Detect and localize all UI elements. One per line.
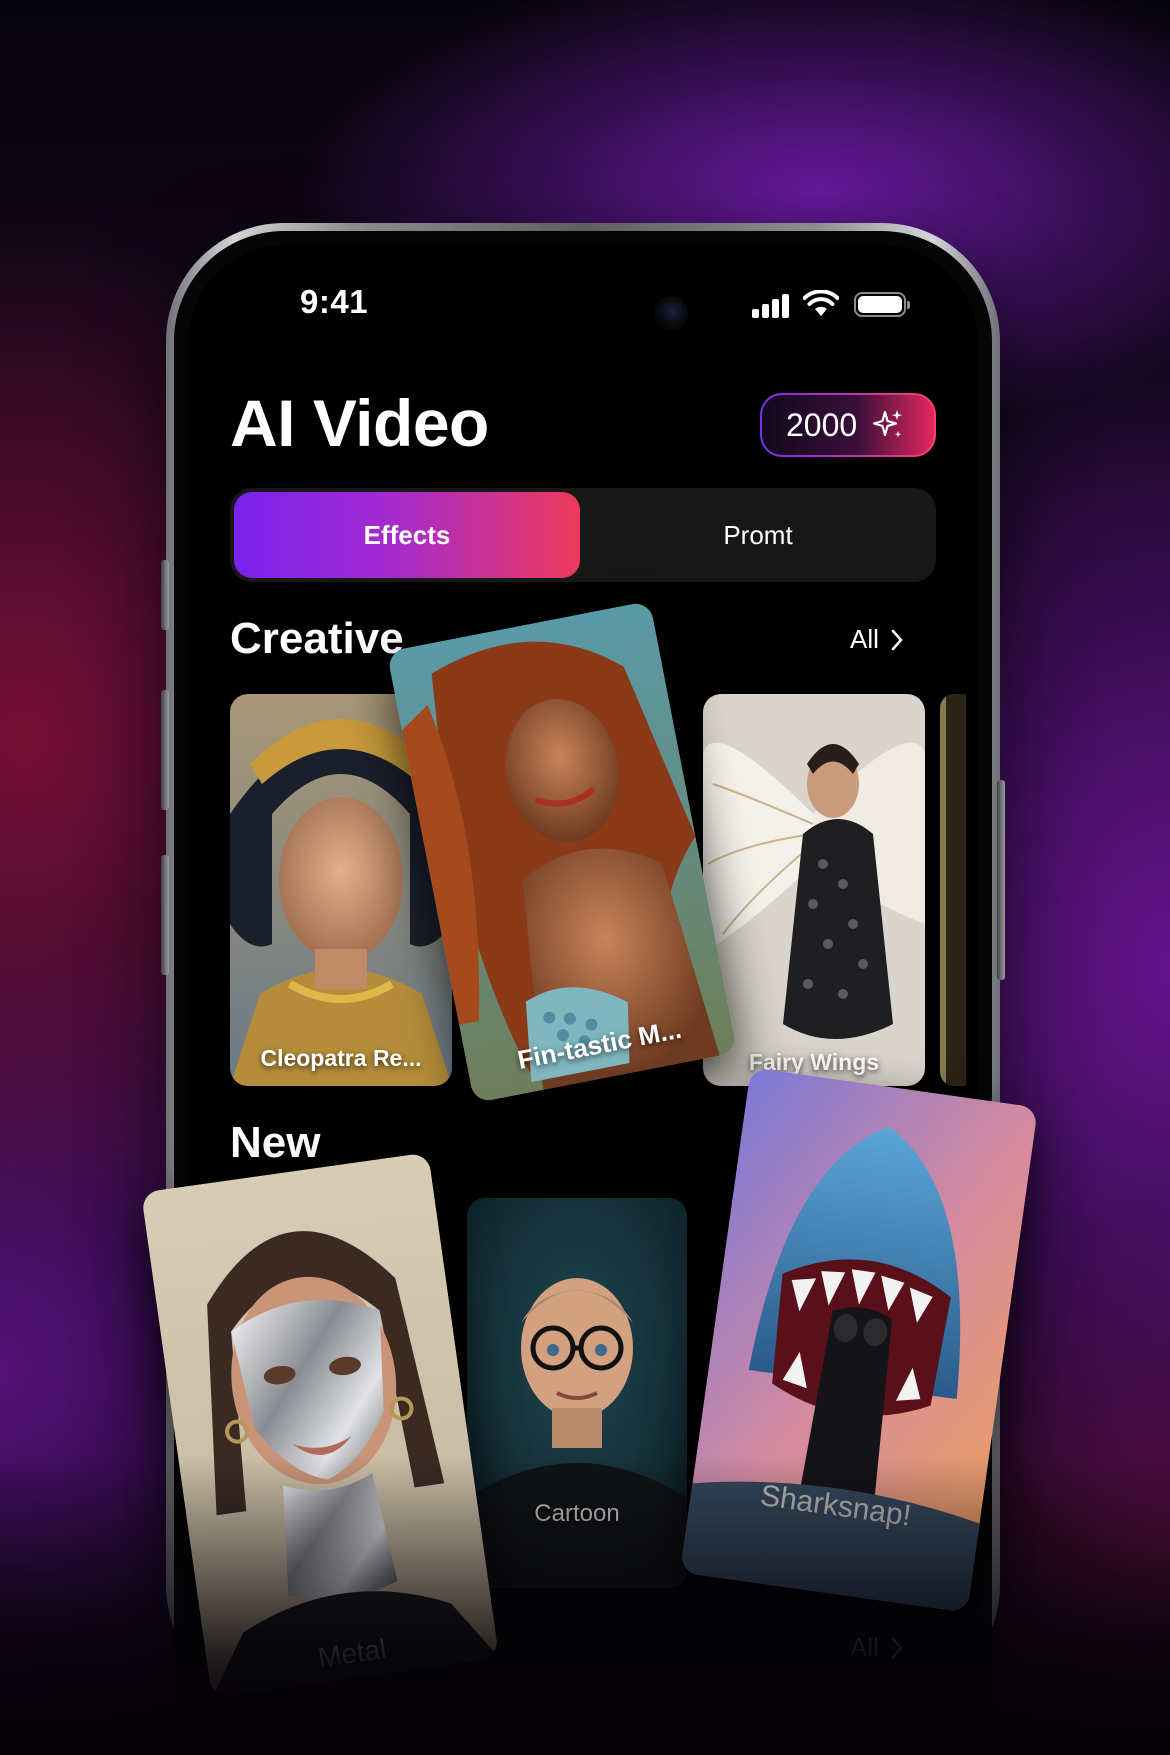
sparkle-icon — [873, 410, 903, 438]
chevron-right-icon — [891, 629, 903, 650]
battery-icon — [854, 292, 910, 317]
fairy-wings-thumbnail — [703, 694, 925, 1086]
see-all-label: All — [850, 1632, 879, 1662]
see-all-creative[interactable]: All — [850, 624, 905, 655]
phone-side-button — [997, 780, 1005, 980]
phone-side-button — [161, 560, 169, 630]
see-all-label: All — [850, 624, 879, 654]
cartoon-thumbnail — [467, 1198, 687, 1588]
card-label: Cleopatra Re... — [260, 1045, 422, 1071]
tab-effects[interactable]: Effects — [234, 492, 580, 578]
see-all-new[interactable]: All — [850, 1632, 905, 1663]
tab-promt[interactable]: Promt — [584, 492, 932, 578]
status-time: 9:41 — [300, 283, 369, 320]
segmented-tabs: Effects Promt — [230, 488, 936, 582]
section-title-new: New — [230, 1118, 321, 1167]
front-camera — [654, 296, 688, 330]
chevron-right-icon — [891, 1637, 903, 1658]
wifi-icon — [803, 290, 839, 316]
cellular-signal-icon — [752, 292, 790, 318]
effect-card-fairy-wings[interactable]: Fairy Wings — [703, 694, 925, 1086]
effect-card-partial[interactable] — [940, 694, 966, 1086]
phone-side-button — [161, 690, 169, 810]
card-label: Cartoon — [534, 1500, 620, 1527]
card-label: Fairy Wings — [748, 1049, 880, 1075]
page-title: AI Video — [230, 386, 489, 460]
effect-card-cartoon[interactable]: Cartoon — [467, 1198, 687, 1588]
section-title-creative: Creative — [230, 614, 404, 663]
credits-badge[interactable]: 2000 — [760, 393, 936, 457]
phone-side-button — [161, 855, 169, 975]
credits-value: 2000 — [786, 406, 858, 443]
partial-thumbnail — [940, 694, 966, 1086]
